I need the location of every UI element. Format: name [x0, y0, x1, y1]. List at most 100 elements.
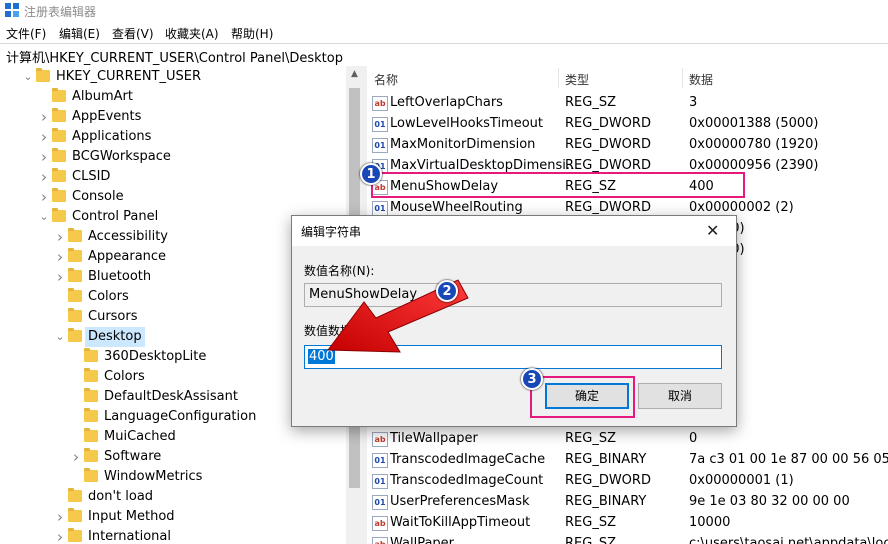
folder-icon	[84, 348, 98, 362]
tree-item-label: Cursors	[88, 309, 138, 324]
list-header: 名称 类型 数据	[367, 66, 888, 90]
tree-item-label: CLSID	[72, 169, 111, 184]
tree-item-label: International	[88, 529, 171, 544]
value-row[interactable]: 01 UserPreferencesMask REG_BINARY 9e 1e 03 …	[367, 491, 888, 512]
menu-file[interactable]: 文件(F)	[6, 25, 46, 42]
folder-icon	[52, 108, 66, 122]
chevron-right-icon[interactable]: ›	[38, 127, 50, 147]
folder-icon	[52, 88, 66, 102]
value-row[interactable]: ab LeftOverlapChars REG_SZ 3	[367, 92, 888, 113]
regedit-app-icon	[5, 3, 19, 17]
chevron-right-icon[interactable]: ›	[54, 267, 66, 287]
value-data: c:\users\taosai.net\appdata\local\	[689, 536, 888, 544]
tree-item-label: 360DesktopLite	[104, 349, 207, 364]
tree-item-label: don't load	[88, 489, 154, 504]
column-name[interactable]: 名称	[374, 71, 398, 88]
tree-item-label: BCGWorkspace	[72, 149, 171, 164]
chevron-down-icon[interactable]: ⌄	[22, 67, 34, 87]
value-name: LeftOverlapChars	[390, 95, 503, 110]
chevron-right-icon[interactable]: ›	[54, 227, 66, 247]
tree-item-label: Colors	[88, 289, 129, 304]
tree-item-label: MuiCached	[104, 429, 176, 444]
tree-item-label: AppEvents	[72, 109, 142, 124]
folder-icon	[84, 388, 98, 402]
value-row[interactable]: ab TileWallpaper REG_SZ 0	[367, 428, 888, 449]
column-type[interactable]: 类型	[565, 71, 589, 88]
chevron-right-icon[interactable]: ›	[38, 187, 50, 207]
step-3-badge: 3	[521, 368, 543, 390]
value-data: 10000	[689, 515, 731, 530]
cancel-button[interactable]: 取消	[638, 383, 722, 409]
value-row[interactable]: ab WaitToKillAppTimeout REG_SZ 10000	[367, 512, 888, 533]
string-value-icon: ab	[372, 96, 388, 111]
value-row[interactable]: 01 MaxMonitorDimension REG_DWORD 0x00000780…	[367, 134, 888, 155]
menu-view[interactable]: 查看(V)	[112, 25, 154, 42]
folder-icon	[84, 468, 98, 482]
close-icon[interactable]: ✕	[706, 221, 719, 240]
value-type: REG_DWORD	[565, 137, 651, 152]
value-name: WaitToKillAppTimeout	[390, 515, 531, 530]
chevron-right-icon[interactable]: ›	[54, 247, 66, 267]
binary-value-icon: 01	[372, 201, 388, 216]
chevron-down-icon[interactable]: ⌄	[38, 207, 50, 227]
menu-edit[interactable]: 编辑(E)	[59, 25, 100, 42]
tree-item-label: Control Panel	[72, 209, 159, 224]
value-type: REG_SZ	[565, 515, 616, 530]
value-row[interactable]: abWallPaper REG_SZ c:\users\taosai.net\app…	[367, 533, 888, 544]
string-value-icon: ab	[372, 516, 388, 531]
tree-item-label: Applications	[72, 129, 152, 144]
chevron-right-icon[interactable]: ›	[38, 107, 50, 127]
chevron-right-icon[interactable]: ›	[54, 527, 66, 544]
window-title: 注册表编辑器	[24, 5, 97, 19]
binary-value-icon: 01	[372, 495, 388, 510]
scroll-up-icon[interactable]: ▲	[346, 66, 363, 83]
value-data: 3	[689, 95, 698, 110]
value-data: 7a c3 01 00 1e 87 00 00 56 05 00 0	[689, 452, 888, 467]
value-name: UserPreferencesMask	[390, 494, 530, 509]
chevron-down-icon[interactable]: ⌄	[54, 327, 66, 347]
value-name: TileWallpaper	[390, 431, 478, 446]
value-type: REG_DWORD	[565, 473, 651, 488]
tree-item-label: AlbumArt	[72, 89, 133, 104]
folder-icon	[84, 428, 98, 442]
chevron-right-icon[interactable]: ›	[54, 507, 66, 527]
string-value-icon: ab	[372, 537, 388, 544]
tree-item-label: HKEY_CURRENT_USER	[56, 69, 202, 84]
folder-icon	[84, 448, 98, 462]
title-bar: 注册表编辑器	[0, 0, 888, 22]
dialog-titlebar: 编辑字符串 ✕	[292, 216, 736, 246]
menu-help[interactable]: 帮助(H)	[231, 25, 273, 42]
chevron-right-icon[interactable]: ›	[38, 147, 50, 167]
highlight-ok-button	[530, 376, 635, 418]
value-type: REG_BINARY	[565, 452, 647, 467]
value-row[interactable]: 01 TranscodedImageCount REG_DWORD 0x0000000…	[367, 470, 888, 491]
value-name: LowLevelHooksTimeout	[390, 116, 544, 131]
value-data: 0x00000001 (1)	[689, 473, 794, 488]
value-data: 0x00000780 (1920)	[689, 137, 819, 152]
address-text: 计算机\HKEY_CURRENT_USER\Control Panel\Desk…	[6, 51, 343, 66]
value-name: WallPaper	[390, 536, 455, 544]
address-bar[interactable]: 计算机\HKEY_CURRENT_USER\Control Panel\Desk…	[0, 43, 888, 67]
binary-value-icon: 01	[372, 117, 388, 132]
column-data[interactable]: 数据	[689, 71, 713, 88]
value-type: REG_SZ	[565, 536, 616, 544]
folder-icon	[52, 208, 66, 222]
tree-item-label: Software	[104, 449, 162, 464]
value-row[interactable]: 01 TranscodedImageCache REG_BINARY 7a c3 01…	[367, 449, 888, 470]
value-type: REG_SZ	[565, 95, 616, 110]
folder-icon	[68, 248, 82, 262]
chevron-right-icon[interactable]: ›	[70, 447, 82, 467]
folder-icon	[68, 488, 82, 502]
tree-item-label: DefaultDeskAssisant	[104, 389, 238, 404]
menu-favorites[interactable]: 收藏夹(A)	[165, 25, 219, 42]
value-type: REG_DWORD	[565, 116, 651, 131]
folder-icon	[68, 528, 82, 542]
chevron-right-icon[interactable]: ›	[38, 167, 50, 187]
menu-bar: 文件(F) 编辑(E) 查看(V) 收藏夹(A) 帮助(H)	[0, 22, 888, 42]
binary-value-icon: 01	[372, 453, 388, 468]
highlight-menushowdelay-row	[371, 172, 745, 198]
tree-item-label: Desktop	[85, 327, 145, 347]
folder-icon	[52, 168, 66, 182]
folder-icon	[68, 268, 82, 282]
value-row[interactable]: 01 LowLevelHooksTimeout REG_DWORD 0x0000138…	[367, 113, 888, 134]
